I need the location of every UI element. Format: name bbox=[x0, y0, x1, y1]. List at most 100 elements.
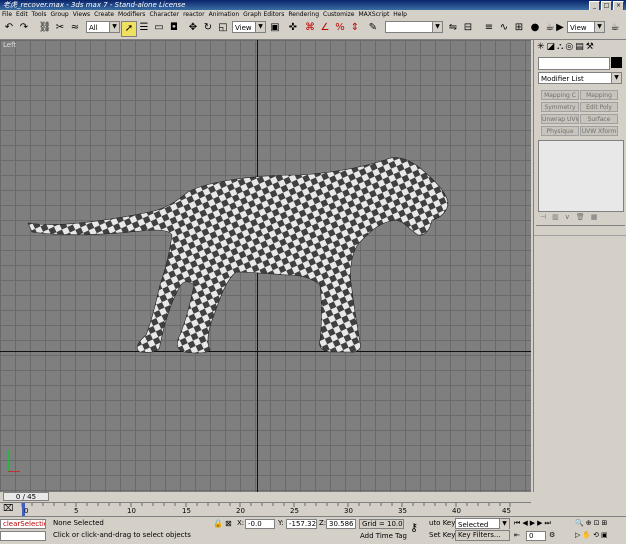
show-end-result-icon[interactable]: ▥ bbox=[552, 213, 559, 221]
display-tab-icon[interactable]: ▤ bbox=[575, 42, 584, 52]
physique-button[interactable]: Physique bbox=[541, 126, 579, 136]
modifier-stack[interactable] bbox=[538, 140, 624, 212]
ref-coord-dropdown[interactable]: View ▼ bbox=[232, 21, 266, 33]
remove-modifier-icon[interactable]: 🗑 bbox=[576, 213, 585, 221]
key-mode-toggle-icon[interactable]: ⇤ bbox=[514, 531, 524, 539]
mapping-button[interactable]: Mapping bbox=[580, 90, 618, 100]
material-editor-icon[interactable]: ● bbox=[528, 21, 542, 35]
unwrap-uvw-button[interactable]: Unwrap UVW bbox=[541, 114, 579, 124]
play-icon[interactable]: ▶ bbox=[530, 519, 535, 528]
set-key-button[interactable]: Set Key bbox=[429, 531, 455, 540]
lock-selection-icon[interactable]: 🔒 bbox=[213, 519, 223, 528]
y-coordinate-field[interactable]: -157.32 bbox=[286, 519, 317, 529]
teapot-render-icon[interactable]: ☕ bbox=[608, 21, 622, 35]
time-slider-thumb[interactable]: 0 / 45 bbox=[3, 492, 49, 501]
window-crossing-icon[interactable]: ◘ bbox=[167, 21, 181, 35]
hierarchy-tab-icon[interactable]: ⛬ bbox=[557, 42, 563, 52]
edit-poly-button[interactable]: Edit Poly bbox=[580, 102, 618, 112]
key-filters-button[interactable]: Key Filters... bbox=[455, 530, 510, 541]
motion-tab-icon[interactable]: ◎ bbox=[565, 42, 573, 52]
undo-icon[interactable]: ↶ bbox=[2, 21, 16, 35]
menu-maxscript[interactable]: MAXScript bbox=[357, 10, 392, 19]
menu-file[interactable]: File bbox=[0, 10, 14, 19]
zoom-all-icon[interactable]: ⊕ bbox=[586, 519, 592, 527]
menu-create[interactable]: Create bbox=[92, 10, 116, 19]
select-link-icon[interactable]: ⛓ bbox=[38, 21, 52, 35]
current-frame-field[interactable]: 0 bbox=[526, 531, 546, 541]
menu-customize[interactable]: Customize bbox=[321, 10, 357, 19]
time-config-icon[interactable]: ⚙ bbox=[549, 531, 555, 539]
rotate-icon[interactable]: ↻ bbox=[201, 21, 215, 35]
zoom-extents-all-icon[interactable]: ⊞ bbox=[601, 519, 607, 527]
maxscript-output-mini[interactable] bbox=[0, 531, 46, 541]
select-object-icon[interactable]: ➚ bbox=[121, 21, 137, 37]
selection-filter-dropdown[interactable]: All ▼ bbox=[86, 21, 120, 33]
spinner-snap-icon[interactable]: ⇕ bbox=[348, 21, 362, 35]
zoom-extents-icon[interactable]: ⊡ bbox=[594, 519, 600, 527]
tiger-model[interactable] bbox=[0, 40, 531, 492]
menu-edit[interactable]: Edit bbox=[14, 10, 30, 19]
arc-rotate-icon[interactable]: ⟲ bbox=[593, 531, 599, 539]
previous-frame-icon[interactable]: ◀ bbox=[522, 519, 527, 528]
make-unique-icon[interactable]: ∨ bbox=[565, 213, 570, 221]
select-by-name-icon[interactable]: ☰ bbox=[137, 21, 151, 35]
curve-editor-icon[interactable]: ∿ bbox=[497, 21, 511, 35]
quick-render-icon[interactable]: ▶ bbox=[553, 21, 567, 35]
menu-modifiers[interactable]: Modifiers bbox=[116, 10, 147, 19]
move-icon[interactable]: ✥ bbox=[186, 21, 200, 35]
create-tab-icon[interactable]: ✳ bbox=[537, 42, 545, 52]
maxscript-listener-mini[interactable]: clearSelectio bbox=[0, 519, 46, 529]
viewport-left[interactable]: Left bbox=[0, 40, 531, 492]
z-coordinate-field[interactable]: 30.586 bbox=[326, 519, 356, 529]
align-icon[interactable]: ⊟ bbox=[461, 21, 475, 35]
menu-graph-editors[interactable]: Graph Editors bbox=[241, 10, 286, 19]
configure-sets-icon[interactable]: ▦ bbox=[591, 213, 598, 221]
symmetry-button[interactable]: Symmetry bbox=[541, 102, 579, 112]
time-slider-track[interactable]: 0 / 45 bbox=[0, 492, 531, 502]
redo-icon[interactable]: ↷ bbox=[17, 21, 31, 35]
key-icon[interactable]: ⚷ bbox=[410, 521, 418, 534]
add-time-tag-button[interactable]: Add Time Tag bbox=[360, 532, 407, 541]
menu-views[interactable]: Views bbox=[71, 10, 92, 19]
edit-named-selections-icon[interactable]: ✎ bbox=[366, 21, 380, 35]
auto-key-button[interactable]: uto Key bbox=[429, 519, 455, 528]
scale-icon[interactable]: ◱ bbox=[216, 21, 230, 35]
next-frame-icon[interactable]: ▶ bbox=[537, 519, 542, 528]
schematic-view-icon[interactable]: ⊞ bbox=[512, 21, 526, 35]
unlink-icon[interactable]: ✂ bbox=[53, 21, 67, 35]
mapping-c-button[interactable]: Mapping C bbox=[541, 90, 579, 100]
maximize-viewport-icon[interactable]: ▣ bbox=[601, 531, 608, 539]
pan-icon[interactable]: ✋ bbox=[582, 531, 591, 539]
pivot-center-icon[interactable]: ▣ bbox=[268, 21, 282, 35]
field-of-view-icon[interactable]: ▷ bbox=[575, 531, 580, 539]
named-selection-dropdown[interactable]: ▼ bbox=[385, 21, 443, 33]
zoom-icon[interactable]: 🔍 bbox=[575, 519, 584, 527]
rect-selection-icon[interactable]: ▭ bbox=[152, 21, 166, 35]
go-to-start-icon[interactable]: ⏮ bbox=[514, 519, 520, 528]
render-type-dropdown[interactable]: View ▼ bbox=[567, 21, 605, 33]
menu-tools[interactable]: Tools bbox=[30, 10, 49, 19]
menu-reactor[interactable]: reactor bbox=[181, 10, 207, 19]
percent-snap-icon[interactable]: % bbox=[333, 21, 347, 35]
track-bar[interactable]: ⌧ 0 5 10 15 20 25 30 35 40 45 bbox=[0, 502, 531, 517]
layer-manager-icon[interactable]: ≡ bbox=[482, 21, 496, 35]
surface-button[interactable]: Surface bbox=[580, 114, 618, 124]
menu-rendering[interactable]: Rendering bbox=[286, 10, 321, 19]
angle-snap-icon[interactable]: ∠ bbox=[318, 21, 332, 35]
bind-spacewarp-icon[interactable]: ≈ bbox=[68, 21, 82, 35]
menu-character[interactable]: Character bbox=[147, 10, 181, 19]
menu-group[interactable]: Group bbox=[48, 10, 70, 19]
mirror-icon[interactable]: ⇋ bbox=[446, 21, 460, 35]
modifier-list-dropdown[interactable]: Modifier List ▼ bbox=[538, 72, 622, 84]
pin-stack-icon[interactable]: ⊣ bbox=[540, 213, 546, 221]
absolute-mode-icon[interactable]: ⊠ bbox=[225, 519, 232, 528]
modify-tab-icon[interactable]: ◪ bbox=[547, 42, 556, 52]
snaps-toggle-icon[interactable]: ⌘ bbox=[303, 21, 317, 35]
manipulate-icon[interactable]: ✜ bbox=[286, 21, 300, 35]
x-coordinate-field[interactable]: -0.0 bbox=[245, 519, 275, 529]
menu-animation[interactable]: Animation bbox=[207, 10, 242, 19]
go-to-end-icon[interactable]: ⏭ bbox=[544, 519, 550, 528]
utilities-tab-icon[interactable]: ⚒ bbox=[586, 42, 594, 52]
menu-help[interactable]: Help bbox=[391, 10, 409, 19]
uvw-xform-button[interactable]: UVW Xform bbox=[580, 126, 618, 136]
